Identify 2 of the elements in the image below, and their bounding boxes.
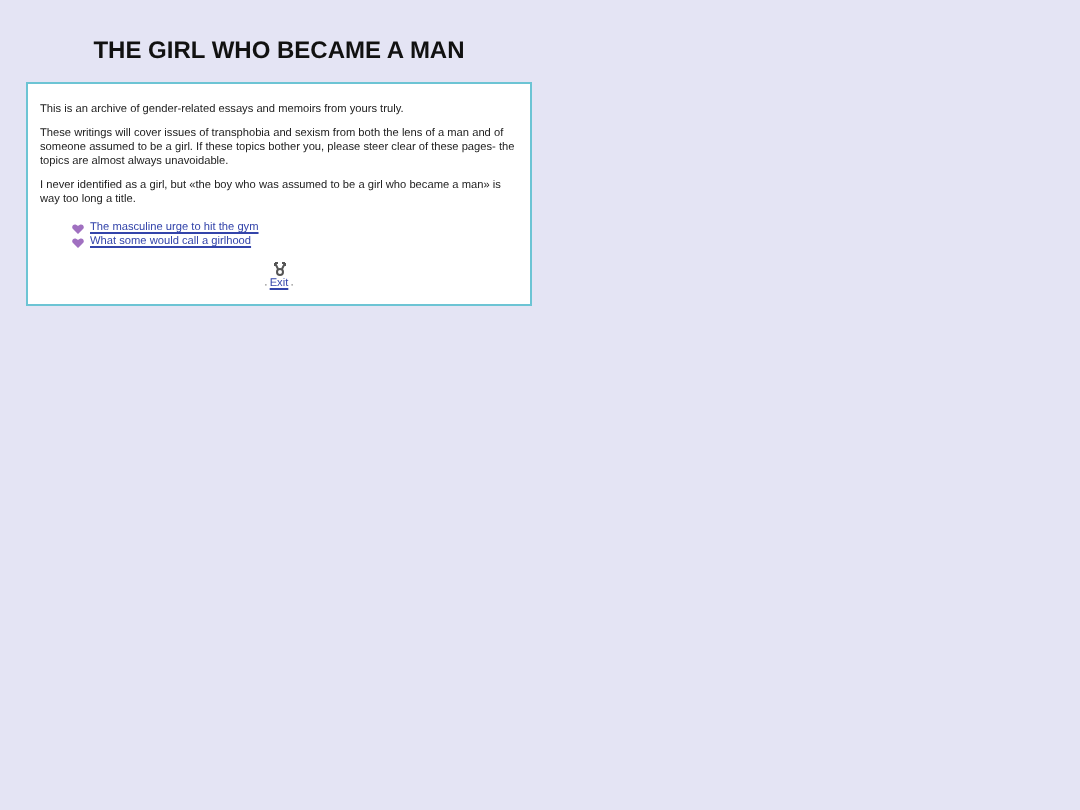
gender-symbol-icon [271,262,287,278]
page-title: THE GIRL WHO BECAME A MAN [93,36,465,64]
